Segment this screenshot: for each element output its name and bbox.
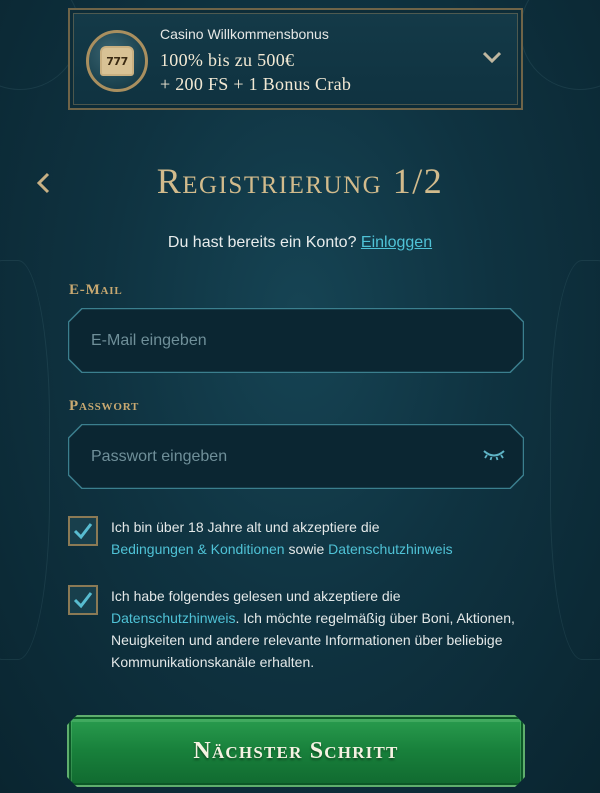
privacy-link[interactable]: Datenschutzhinweis	[328, 541, 453, 557]
marketing-consent-text-main: Ich habe folgendes gelesen und akzeptier…	[111, 588, 401, 604]
next-step-label: Nächster Schritt	[193, 737, 399, 764]
email-field[interactable]	[69, 309, 523, 372]
slot-reels: 777	[100, 46, 134, 76]
welcome-bonus-selector[interactable]: 777 Casino Willkommensbonus 100% bis zu …	[68, 8, 523, 110]
slot-machine-icon: 777	[86, 30, 148, 92]
age-consent-text-main: Ich bin über 18 Jahre alt und akzeptiere…	[111, 519, 380, 535]
age-consent-text: Ich bin über 18 Jahre alt und akzeptiere…	[111, 516, 521, 560]
bonus-subtitle: Casino Willkommensbonus	[160, 26, 329, 42]
email-label: E-Mail	[69, 282, 123, 298]
chevron-down-icon[interactable]	[482, 50, 502, 64]
terms-link[interactable]: Bedingungen & Konditionen	[111, 541, 285, 557]
age-consent-checkbox[interactable]	[68, 516, 98, 546]
login-prompt-text: Du hast bereits ein Konto?	[167, 234, 357, 251]
privacy-link[interactable]: Datenschutzhinweis	[111, 610, 236, 626]
bonus-offer: 100% bis zu 500€ + 200 FS + 1 Bonus Crab	[160, 48, 351, 96]
ornament-top-right	[520, 0, 600, 90]
marketing-consent-checkbox[interactable]	[68, 585, 98, 615]
age-consent-text-mid: sowie	[284, 541, 329, 557]
password-field[interactable]	[69, 425, 523, 488]
email-field-wrapper	[68, 308, 524, 373]
password-label: Passwort	[69, 398, 140, 414]
password-field-wrapper	[68, 424, 524, 489]
marketing-consent-text: Ich habe folgendes gelesen und akzeptier…	[111, 585, 521, 673]
bonus-offer-line2: + 200 FS + 1 Bonus Crab	[160, 74, 352, 94]
registration-page: 777 Casino Willkommensbonus 100% bis zu …	[0, 0, 600, 793]
checkmark-icon	[73, 592, 93, 609]
page-title: Registrierung 1/2	[156, 161, 444, 201]
eye-closed-icon[interactable]	[482, 446, 508, 468]
bonus-offer-line1: 100% bis zu 500€	[160, 50, 295, 70]
checkmark-icon	[73, 523, 93, 540]
ornament-left	[0, 260, 50, 660]
login-prompt: Du hast bereits ein Konto? Einloggen	[0, 234, 600, 252]
ornament-right	[550, 260, 600, 660]
login-link[interactable]: Einloggen	[361, 234, 432, 251]
next-step-button[interactable]: Nächster Schritt	[67, 715, 525, 787]
